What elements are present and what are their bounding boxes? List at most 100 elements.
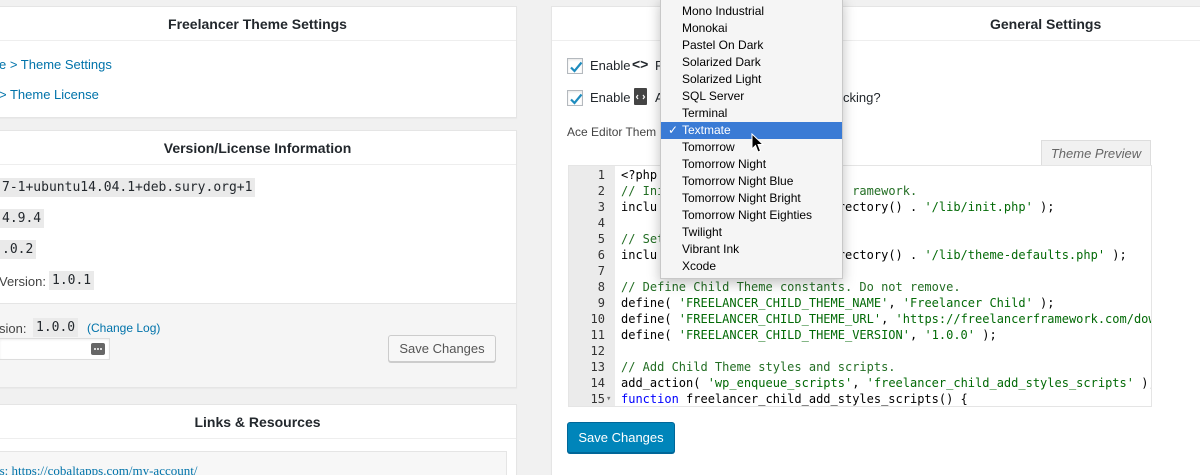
links-resources-title: Links & Resources	[0, 405, 516, 439]
theme-version-label: Version:	[0, 274, 46, 289]
code-text: function freelancer_child_add_styles_scr…	[621, 392, 968, 406]
ace-code-editor[interactable]: 1 <?php 2// Ini ramework. 3 inclu rectory() …	[568, 165, 1152, 407]
code-line[interactable]: 9 define( 'FREELANCER_CHILD_THEME_NAME', …	[569, 295, 1151, 311]
code-line[interactable]: 1 <?php	[569, 167, 1151, 183]
dropdown-option[interactable]: Tomorrow Night	[661, 156, 842, 173]
code-text: add_action( 'wp_enqueue_scripts', 'freel…	[621, 376, 1151, 390]
checkmark-icon: ✓	[668, 123, 679, 137]
dropdown-option-label: Vibrant Ink	[682, 242, 740, 256]
code-line[interactable]: 8 // Define Child Theme constants. Do not…	[569, 279, 1151, 295]
code-line[interactable]: 2// Ini ramework.	[569, 183, 1151, 199]
dropdown-option[interactable]: Twilight	[661, 224, 842, 241]
version-license-panel: Version/License Information 7-1+ubuntu14…	[0, 130, 517, 388]
dropdown-option-label: Xcode	[682, 259, 717, 273]
dropdown-option[interactable]: Tomorrow Night Eighties	[661, 207, 842, 224]
dropdown-option-label: Tomorrow	[682, 140, 735, 154]
ace-theme-label: Ace Editor Them	[567, 125, 657, 139]
code-line[interactable]: 12	[569, 343, 1151, 359]
dropdown-option-label: Textmate	[682, 123, 731, 137]
general-settings-title: General Settings	[552, 7, 1200, 41]
password-manager-icon[interactable]	[91, 343, 105, 355]
option2-label: Enable	[590, 90, 631, 105]
code-text: // Set	[621, 232, 665, 246]
dropdown-option[interactable]: Mono Industrial	[661, 3, 842, 20]
dropdown-option[interactable]: SQL Server	[661, 88, 842, 105]
framework-version-value: .0.2	[0, 240, 37, 259]
dropdown-option-label: Tomorrow Night	[682, 157, 767, 171]
dropdown-option[interactable]: Solarized Dark	[661, 54, 842, 71]
line-number: 13	[590, 360, 605, 374]
code-text: define( 'FREELANCER_CHILD_THEME_VERSION'…	[621, 328, 997, 342]
line-number: 14	[590, 376, 605, 390]
links-resources-panel: Links & Resources ts: https://cobaltapps…	[0, 404, 517, 475]
wp-version-value: 4.9.4	[0, 209, 45, 228]
line-number: 4	[597, 216, 605, 230]
code-line[interactable]: 10 define( 'FREELANCER_CHILD_THEME_URL', …	[569, 311, 1152, 327]
dropdown-option-label: Tomorrow Night Bright	[682, 191, 801, 205]
dropdown-option[interactable]: Tomorrow Night Blue	[661, 173, 842, 190]
changelog-link[interactable]: (Change Log)	[87, 321, 160, 335]
php-version-value: 7-1+ubuntu14.04.1+deb.sury.org+1	[0, 178, 256, 197]
theme-settings-link[interactable]: e > Theme Settings	[0, 57, 112, 72]
code-line[interactable]: 7	[569, 263, 1151, 279]
dropdown-option-label: Solarized Dark	[682, 55, 761, 69]
dropdown-option[interactable]: Pastel On Dark	[661, 37, 842, 54]
version-footer: sion: 1.0.0 (Change Log) Save Changes	[0, 303, 516, 387]
dropdown-option-label: Tomorrow Night Blue	[682, 174, 794, 188]
right-save-button[interactable]: Save Changes	[567, 422, 675, 453]
dropdown-option[interactable]: Xcode	[661, 258, 842, 275]
line-number: 3	[597, 200, 605, 214]
dropdown-option[interactable]: Monokai	[661, 20, 842, 37]
dropdown-option-label: Mono Industrial	[682, 4, 765, 18]
theme-preview-tab[interactable]: Theme Preview	[1041, 140, 1151, 166]
code-line[interactable]: 3 inclu rectory() . '/lib/init.php' );	[569, 199, 1151, 215]
line-number: 8	[597, 280, 605, 294]
child-version-value: 1.0.0	[33, 318, 79, 337]
theme-version-value: 1.0.1	[49, 271, 95, 290]
line-number: 12	[590, 344, 605, 358]
dropdown-option-label: SQL Server	[682, 89, 745, 103]
code-text: // Define Child Theme constants. Do not …	[621, 280, 961, 294]
license-key-input[interactable]	[0, 338, 110, 360]
version-license-title: Version/License Information	[0, 131, 516, 165]
option1-label: Enable	[590, 58, 631, 73]
code-text: // Add Child Theme styles and scripts.	[621, 360, 896, 374]
line-number: 7	[597, 264, 605, 278]
line-number: 11	[590, 328, 605, 342]
theme-settings-panel: Freelancer Theme Settings e > Theme Sett…	[0, 6, 517, 118]
dropdown-option[interactable]: Tomorrow Night Bright	[661, 190, 842, 207]
fold-arrow-icon[interactable]: ▾	[606, 391, 611, 406]
child-version-label: sion:	[0, 321, 27, 336]
option2-checkbox[interactable]	[567, 90, 583, 106]
line-number: 9	[597, 296, 605, 310]
option1-checkbox[interactable]	[567, 58, 583, 74]
code-line[interactable]: 4	[569, 215, 1151, 231]
code-brackets-icon: <>	[632, 56, 649, 72]
theme-settings-title: Freelancer Theme Settings	[0, 7, 516, 41]
theme-license-link[interactable]: > Theme License	[0, 87, 99, 102]
code-line[interactable]: 13 // Add Child Theme styles and scripts.	[569, 359, 1151, 375]
dropdown-option[interactable]: Terminal	[661, 105, 842, 122]
code-text: define( 'FREELANCER_CHILD_THEME_URL', 'h…	[621, 312, 1152, 326]
dropdown-option-label: Monokai	[682, 21, 728, 35]
code-line[interactable]: 6 inclu rectory() . '/lib/theme-defaults.…	[569, 247, 1151, 263]
dropdown-option[interactable]: Vibrant Ink	[661, 241, 842, 258]
dropdown-option-label: Twilight	[682, 225, 723, 239]
dropdown-option[interactable]: Solarized Light	[661, 71, 842, 88]
code-line[interactable]: 11 define( 'FREELANCER_CHILD_THEME_VERSIO…	[569, 327, 1151, 343]
line-number: 6	[597, 248, 605, 262]
code-line[interactable]: 5 // Set	[569, 231, 1151, 247]
code-line[interactable]: 14 add_action( 'wp_enqueue_scripts', 'fre…	[569, 375, 1151, 391]
left-save-button[interactable]: Save Changes	[388, 335, 496, 362]
my-account-link[interactable]: ts: https://cobaltapps.com/my-account/	[0, 463, 197, 475]
dropdown-option-label: Pastel On Dark	[682, 38, 764, 52]
code-text: <?php	[621, 168, 658, 182]
line-number: 2	[597, 184, 605, 198]
line-number: 10	[590, 312, 605, 326]
code-line[interactable]: 15 ▾ function freelancer_child_add_styles_…	[569, 391, 1151, 406]
dropdown-option-label: Terminal	[682, 106, 728, 120]
dropdown-option-label: Solarized Light	[682, 72, 762, 86]
line-number: 1	[597, 168, 605, 182]
mouse-cursor-icon	[751, 132, 765, 155]
links-box: ts: https://cobaltapps.com/my-account/	[0, 451, 507, 475]
